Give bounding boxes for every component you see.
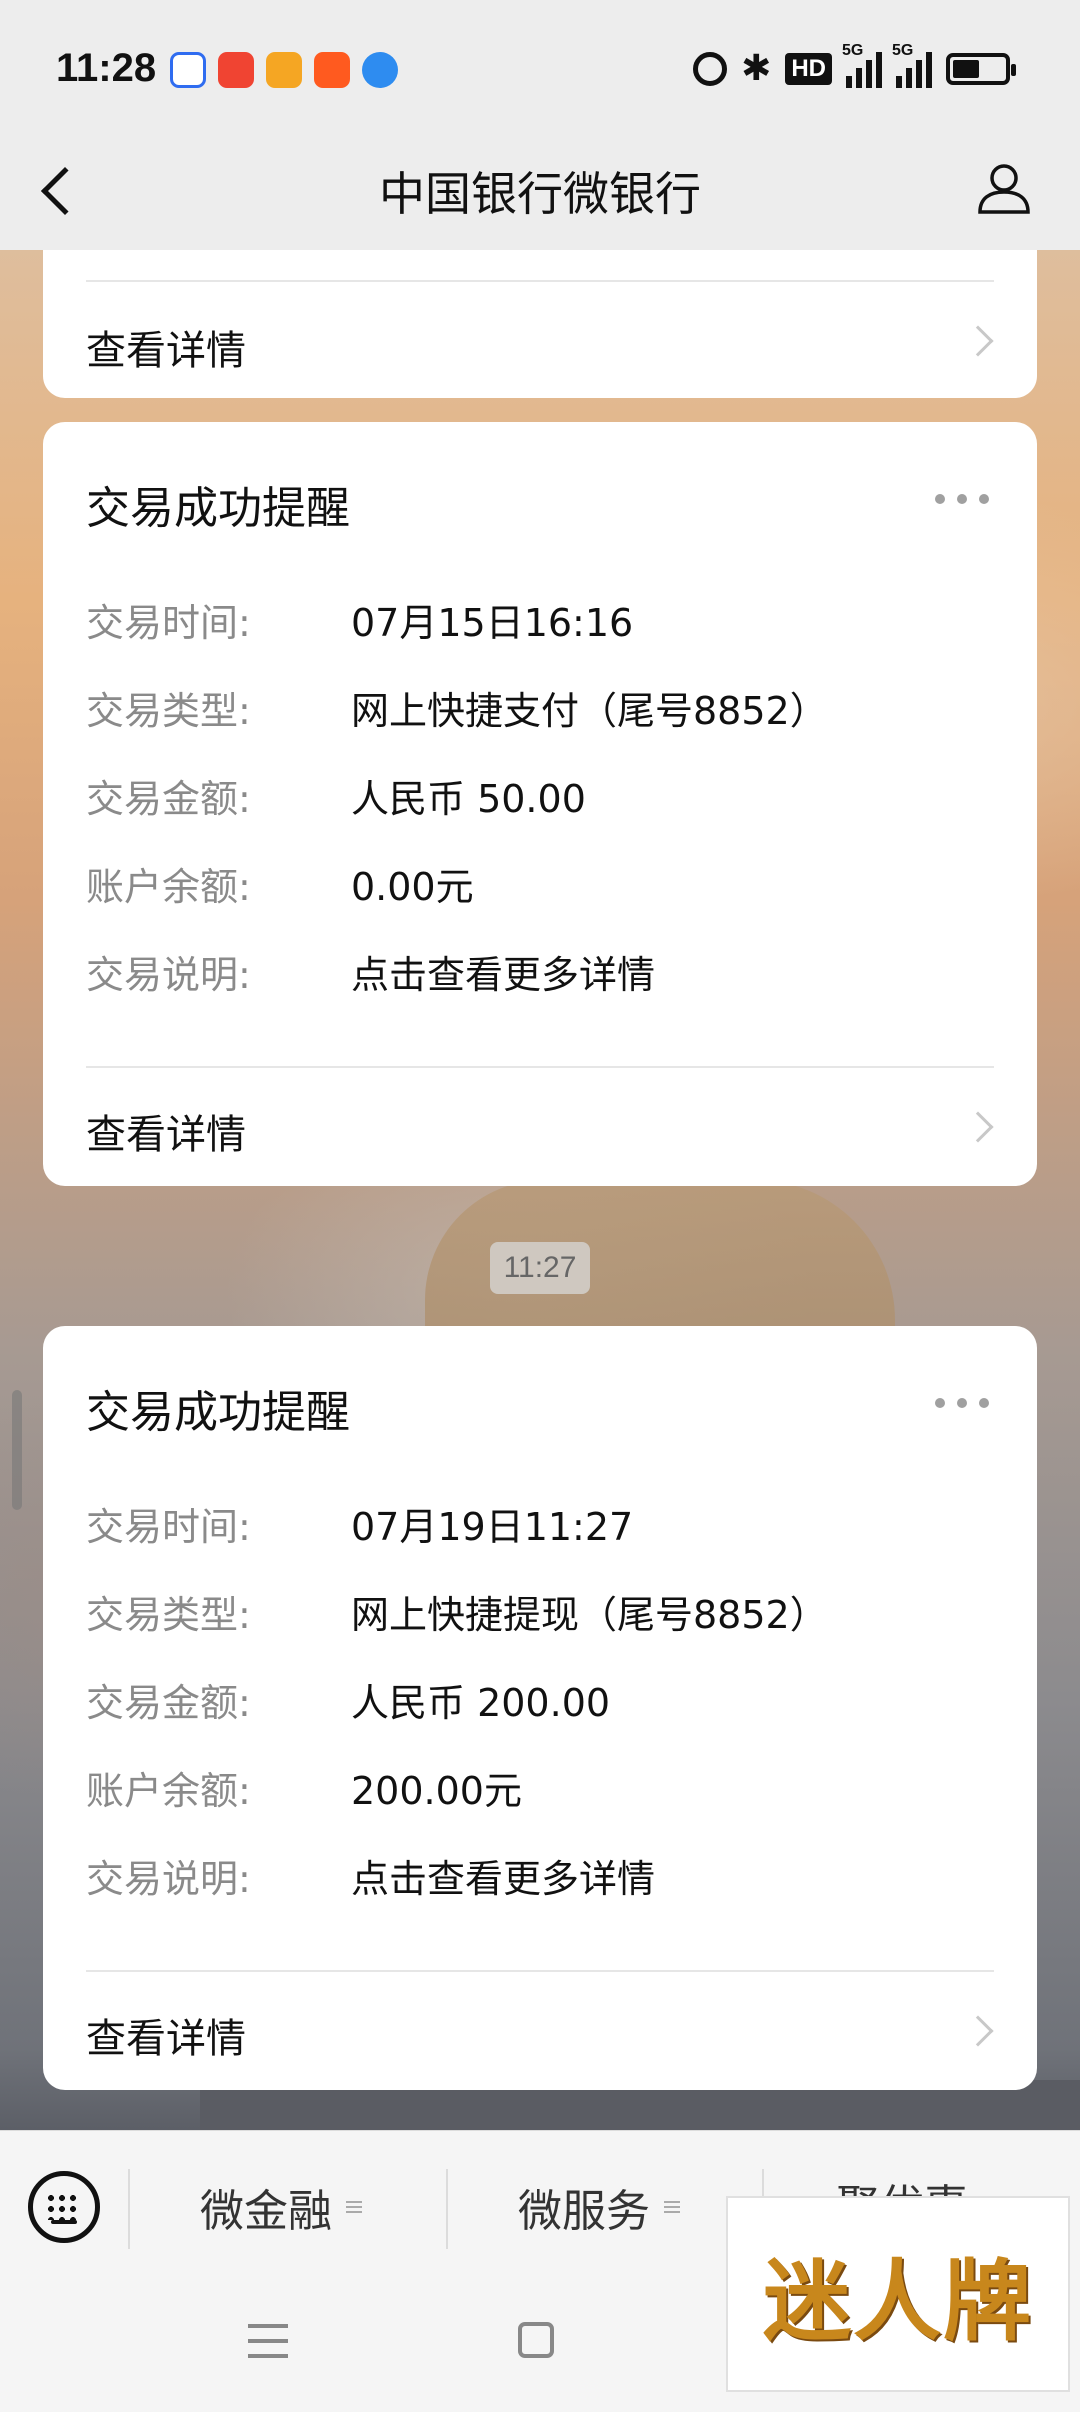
keyboard-toggle-button[interactable] — [28, 2171, 100, 2243]
status-time: 11:28 — [56, 46, 157, 90]
detail-row: 交易类型: 网上快捷提现（尾号8852） — [86, 1584, 828, 1672]
card-title: 交易成功提醒 — [86, 1387, 350, 1438]
video-app-icon — [218, 52, 254, 88]
field-value: 07月15日16:16 — [351, 601, 634, 645]
chevron-right-icon — [962, 2015, 994, 2047]
divider — [86, 1970, 994, 1972]
menu-divider — [128, 2169, 130, 2249]
message-timestamp: 11:27 — [490, 1242, 590, 1294]
page-title: 中国银行微银行 — [379, 167, 701, 221]
alarm-icon — [693, 51, 728, 86]
kuaishou-app-icon — [314, 52, 350, 88]
menu-item-wei-fuwu[interactable]: 微服务 — [518, 2175, 680, 2239]
divider — [86, 280, 994, 282]
field-value: 人民币 200.00 — [351, 1681, 611, 1725]
view-details-link[interactable]: 查看详情 — [86, 318, 246, 376]
network-type-label: 5G — [892, 41, 914, 59]
keyboard-icon — [47, 2194, 81, 2220]
field-label: 交易类型: — [86, 1593, 251, 1637]
field-value[interactable]: 点击查看更多详情 — [351, 1848, 655, 1903]
view-details-link[interactable]: 查看详情 — [86, 1102, 246, 1160]
menu-item-label: 微金融 — [200, 2186, 332, 2237]
detail-row: 交易类型: 网上快捷支付（尾号8852） — [86, 680, 828, 768]
field-label: 交易金额: — [86, 1681, 251, 1725]
field-value[interactable]: 点击查看更多详情 — [351, 944, 655, 999]
submenu-icon — [346, 2201, 362, 2213]
detail-row: 账户余额: 0.00元 — [86, 856, 828, 944]
field-value: 人民币 50.00 — [351, 777, 586, 821]
network-type-label: 5G — [842, 41, 864, 59]
field-label: 交易说明: — [86, 953, 251, 997]
scrollbar[interactable] — [12, 1390, 22, 1510]
menu-divider — [446, 2169, 448, 2249]
field-value: 200.00元 — [351, 1769, 522, 1813]
notification-icons — [170, 52, 398, 88]
view-details-link[interactable]: 查看详情 — [86, 2006, 246, 2064]
field-label: 交易时间: — [86, 601, 251, 645]
profile-icon[interactable] — [976, 160, 1032, 216]
detail-row: 交易时间: 07月15日16:16 — [86, 592, 828, 680]
nav-bar: 中国银行微银行 — [0, 140, 1080, 250]
field-label: 交易金额: — [86, 777, 251, 821]
chevron-right-icon — [962, 325, 994, 357]
field-value: 网上快捷支付（尾号8852） — [351, 689, 828, 733]
menu-item-label: 微服务 — [518, 2186, 650, 2237]
divider — [86, 1066, 994, 1068]
submenu-icon — [664, 2201, 680, 2213]
transaction-details: 交易时间: 07月19日11:27 交易类型: 网上快捷提现（尾号8852） 交易金… — [86, 1496, 828, 1936]
detail-row[interactable]: 交易说明: 点击查看更多详情 — [86, 1848, 828, 1936]
tv-app-icon — [266, 52, 302, 88]
field-label: 交易类型: — [86, 689, 251, 733]
detail-row[interactable]: 交易说明: 点击查看更多详情 — [86, 944, 828, 1032]
more-options-icon[interactable] — [935, 494, 989, 504]
more-options-icon[interactable] — [935, 1398, 989, 1408]
field-value: 0.00元 — [351, 865, 474, 909]
field-label: 账户余额: — [86, 1769, 251, 1813]
battery-icon — [946, 52, 1016, 85]
detail-row: 交易时间: 07月19日11:27 — [86, 1496, 828, 1584]
signal-icon: 5G — [892, 42, 932, 88]
hd-badge: HD — [785, 52, 832, 85]
keyboard-spacebar-icon — [51, 2220, 77, 2224]
menu-item-wei-jinrong[interactable]: 微金融 — [200, 2175, 362, 2239]
transaction-card: 交易成功提醒 交易时间: 07月15日16:16 交易类型: 网上快捷支付（尾号88… — [43, 422, 1037, 1186]
message-card-partial: 查看详情 — [43, 250, 1037, 398]
bluetooth-icon: ✱ — [741, 48, 772, 89]
detail-row: 账户余额: 200.00元 — [86, 1760, 828, 1848]
detail-row: 交易金额: 人民币 200.00 — [86, 1672, 828, 1760]
signal-icon: 5G — [842, 42, 882, 88]
transaction-card: 交易成功提醒 交易时间: 07月19日11:27 交易类型: 网上快捷提现（尾号88… — [43, 1326, 1037, 2090]
field-value: 07月19日11:27 — [351, 1505, 634, 1549]
detail-row: 交易金额: 人民币 50.00 — [86, 768, 828, 856]
field-label: 交易说明: — [86, 1857, 251, 1901]
baidu-app-icon — [170, 52, 206, 88]
watermark-logo: 迷人牌 — [726, 2196, 1070, 2392]
chevron-right-icon — [962, 1111, 994, 1143]
transaction-details: 交易时间: 07月15日16:16 交易类型: 网上快捷支付（尾号8852） 交易金… — [86, 592, 828, 1032]
card-title: 交易成功提醒 — [86, 483, 350, 534]
recent-apps-icon[interactable] — [248, 2324, 288, 2358]
browser-app-icon — [362, 52, 398, 88]
field-label: 账户余额: — [86, 865, 251, 909]
field-value: 网上快捷提现（尾号8852） — [351, 1593, 828, 1637]
status-indicators: ✱ HD 5G 5G — [693, 42, 1016, 89]
home-icon[interactable] — [518, 2322, 554, 2358]
field-label: 交易时间: — [86, 1505, 251, 1549]
status-bar: 11:28 ✱ HD 5G 5G — [0, 0, 1080, 140]
